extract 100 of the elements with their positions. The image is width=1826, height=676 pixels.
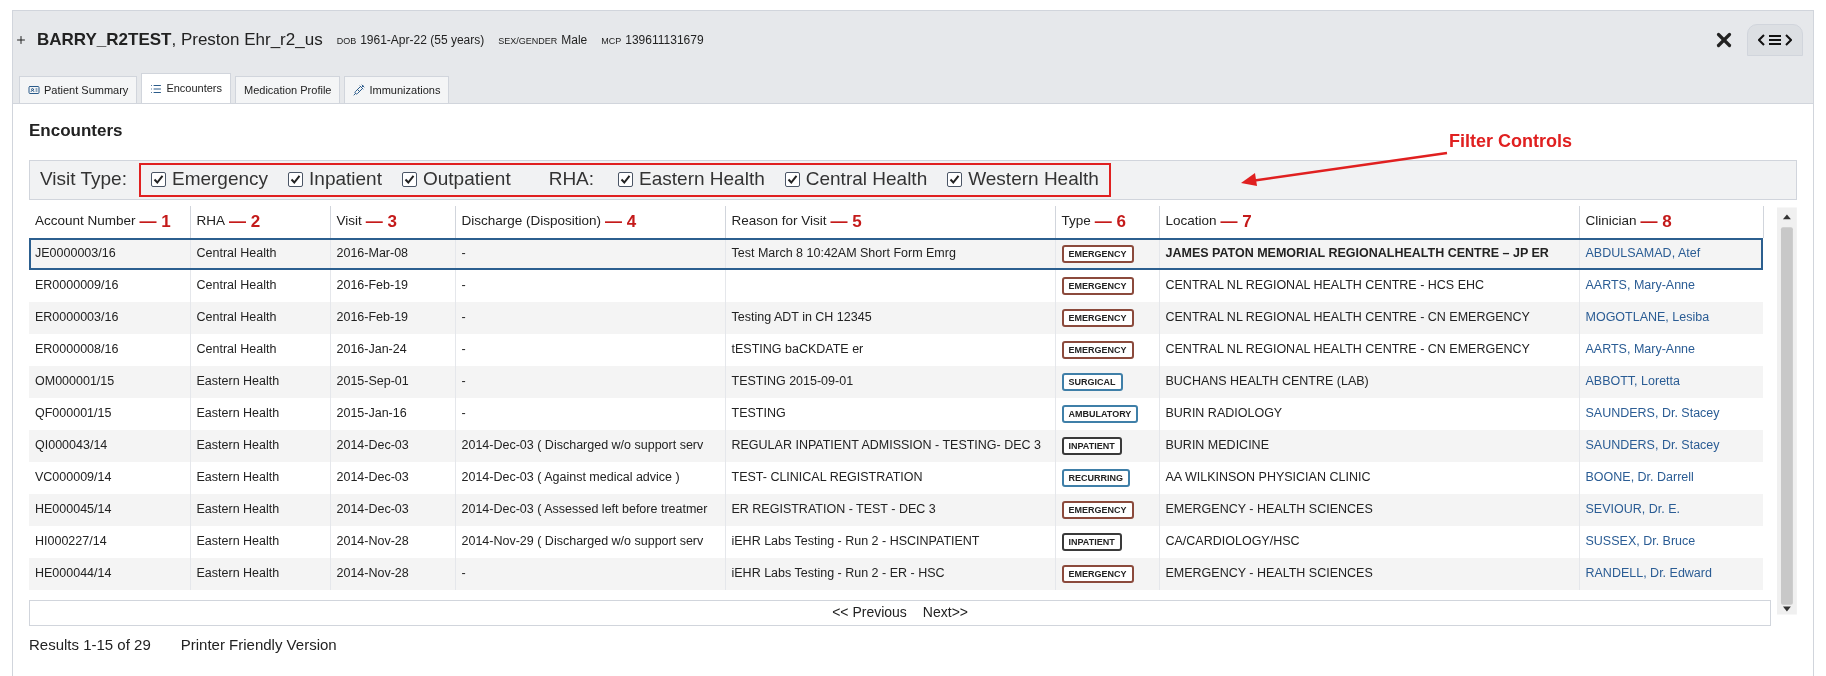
clinician-link[interactable]: ABDULSAMAD, Atef xyxy=(1585,246,1701,261)
scrollbar[interactable] xyxy=(1777,205,1797,616)
checkbox[interactable] xyxy=(288,172,304,187)
clinician-link[interactable]: RANDELL, Dr. Edward xyxy=(1585,566,1712,581)
table-cell: 2016-Feb-19 xyxy=(336,278,409,293)
table-cell: Test March 8 10:42AM Short Form Emrg xyxy=(731,246,956,261)
table-row[interactable]: HE000044/14 Eastern Health 2014-Nov-28 - iEHR Labs Testing - Run 2 - ER - HSC EMERGENCY EMERGENCY - HEALTH SCIENCES RANDELL, Dr. Edward xyxy=(29,557,1763,590)
table-cell: TEST- CLINICAL REGISTRATION xyxy=(731,470,923,485)
table-cell: CA/CARDIOLOGY/HSC xyxy=(1165,534,1300,549)
annotation-number: — 5 xyxy=(830,210,862,233)
table-cell: iEHR Labs Testing - Run 2 - HSCINPATIENT xyxy=(731,534,980,549)
table-cell: - xyxy=(461,246,466,261)
checkbox[interactable] xyxy=(618,172,634,187)
table-row[interactable]: QI000043/14 Eastern Health 2014-Dec-03 2014-Dec-03 ( Discharged w/o support serv REGULAR INPATIENT ADMISSION - TESTING- DEC 3 INPATIENT BURIN MEDICINE SAUNDERS, Dr. Stacey xyxy=(29,429,1763,462)
table-row[interactable]: VC000009/14 Eastern Health 2014-Dec-03 2014-Dec-03 ( Against medical advice ) TEST- CLINICAL REGISTRATION RECURRING AA WILKINSON PHYSICIAN CLINIC BOONE, Dr. Darrell xyxy=(29,461,1763,494)
column-header[interactable]: Clinician xyxy=(1585,211,1637,232)
filter-checkbox[interactable]: Eastern Health xyxy=(618,165,765,194)
table-cell: 2016-Jan-24 xyxy=(336,342,407,357)
table-cell: Eastern Health xyxy=(196,534,280,549)
tab[interactable]: Immunizations xyxy=(344,76,450,103)
list-icon xyxy=(150,82,163,95)
column-header[interactable]: Reason for Visit xyxy=(731,211,827,232)
clinician-link[interactable]: SAUNDERS, Dr. Stacey xyxy=(1585,438,1720,453)
table-cell: Central Health xyxy=(196,278,277,293)
table-cell: 2014-Dec-03 ( Assessed left before treatmer xyxy=(461,502,708,517)
column-header[interactable]: Location xyxy=(1165,211,1217,232)
table-cell: BURIN MEDICINE xyxy=(1165,438,1269,453)
checkbox[interactable] xyxy=(150,172,166,187)
column-header[interactable]: Type xyxy=(1061,211,1091,232)
table-cell: JE0000003/16 xyxy=(35,246,116,261)
clinician-link[interactable]: AARTS, Mary-Anne xyxy=(1585,278,1696,293)
table-cell: BUCHANS HEALTH CENTRE (LAB) xyxy=(1165,374,1369,389)
clinician-link[interactable]: MOGOTLANE, Lesiba xyxy=(1585,310,1710,325)
clinician-link[interactable]: SEVIOUR, Dr. E. xyxy=(1585,502,1680,517)
table-row[interactable]: ER0000003/16 Central Health 2016-Feb-19 - Testing ADT in CH 12345 EMERGENCY CENTRAL NL REGIONAL HEALTH CENTRE - CN EMERGENCY MOGOTLANE, Lesiba xyxy=(29,301,1763,334)
type-badge: EMERGENCY xyxy=(1061,277,1134,295)
field-value: 139611131679 xyxy=(625,32,704,49)
table-cell: EMERGENCY - HEALTH SCIENCES xyxy=(1165,566,1373,581)
panel-toggle-tab[interactable] xyxy=(1747,24,1803,56)
table-row[interactable]: ER0000009/16 Central Health 2016-Feb-19 - EMERGENCY CENTRAL NL REGIONAL HEALTH CENTRE - HCS EHC AARTS, Mary-Anne xyxy=(29,269,1763,302)
tab[interactable]: Medication Profile xyxy=(235,76,341,103)
clinician-link[interactable]: AARTS, Mary-Anne xyxy=(1585,342,1696,357)
tab[interactable]: Patient Summary xyxy=(19,76,138,103)
checkmark-icon xyxy=(152,174,164,185)
table-row[interactable]: HI000227/14 Eastern Health 2014-Nov-28 2014-Nov-29 ( Discharged w/o support serv iEHR Labs Testing - Run 2 - HSCINPATIENT INPATIENT CA/CARDIOLOGY/HSC SUSSEX, Dr. Bruce xyxy=(29,525,1763,558)
filter-checkbox[interactable]: Outpatient xyxy=(402,165,511,194)
checkbox[interactable] xyxy=(402,172,417,187)
previous-link[interactable]: << Previous xyxy=(832,602,907,623)
annotation-label: Filter Controls xyxy=(1449,129,1572,153)
table-cell: 2016-Mar-08 xyxy=(336,246,409,261)
filter-checkbox[interactable]: Emergency xyxy=(150,165,269,194)
checkbox[interactable] xyxy=(784,172,800,187)
table-row[interactable]: OM000001/15 Eastern Health 2015-Sep-01 - TESTING 2015-09-01 SURGICAL BUCHANS HEALTH CENTRE (LAB) ABBOTT, Loretta xyxy=(29,365,1763,398)
table-cell: - xyxy=(461,310,466,325)
column-header[interactable]: Account Number xyxy=(35,211,136,232)
table-cell: 2015-Jan-16 xyxy=(336,406,407,421)
table-cell: TESTING xyxy=(731,406,786,421)
clinician-link[interactable]: SUSSEX, Dr. Bruce xyxy=(1585,534,1696,549)
plus-icon[interactable] xyxy=(15,34,27,46)
checkmark-icon xyxy=(290,174,302,185)
printer-friendly-link[interactable]: Printer Friendly Version xyxy=(180,633,337,656)
checkbox[interactable] xyxy=(947,172,963,187)
table-cell: 2014-Nov-28 xyxy=(336,566,409,581)
type-badge: RECURRING xyxy=(1061,469,1130,487)
table-row[interactable]: JE0000003/16 Central Health 2016-Mar-08 - Test March 8 10:42AM Short Form Emrg EMERGENCY JAMES PATON MEMORIAL REGIONALHEALTH CENTRE – JP ER ABDULSAMAD, Atef xyxy=(29,237,1763,270)
section-title: Encounters xyxy=(29,120,123,142)
column-header[interactable]: Visit xyxy=(336,211,362,232)
tab[interactable]: Encounters xyxy=(141,73,232,103)
next-link[interactable]: Next>> xyxy=(922,602,968,623)
table-row[interactable]: QF000001/15 Eastern Health 2015-Jan-16 - TESTING AMBULATORY BURIN RADIOLOGY SAUNDERS, Dr. Stacey xyxy=(29,397,1763,430)
table-cell: Eastern Health xyxy=(196,470,280,485)
patient-given-name: , Preston Ehr_r2_us xyxy=(171,29,323,52)
table-cell: QF000001/15 xyxy=(35,406,112,421)
annotation-number: — 7 xyxy=(1220,210,1252,233)
annotation-number: — 6 xyxy=(1094,210,1126,233)
annotation-number: — 3 xyxy=(365,210,397,233)
checkmark-icon xyxy=(786,174,798,185)
checkmark-icon xyxy=(949,174,961,185)
column-header[interactable]: Discharge (Disposition) xyxy=(461,211,602,232)
table-row[interactable]: HE000045/14 Eastern Health 2014-Dec-03 2014-Dec-03 ( Assessed left before treatmer ER REGISTRATION - TEST - DEC 3 EMERGENCY EMERGENCY - HEALTH SCIENCES SEVIOUR, Dr. E. xyxy=(29,493,1763,526)
clinician-link[interactable]: ABBOTT, Loretta xyxy=(1585,374,1680,389)
annotation-number: — 1 xyxy=(139,210,171,233)
table-cell: - xyxy=(461,374,466,389)
table-cell: HE000044/14 xyxy=(35,566,112,581)
clinician-link[interactable]: BOONE, Dr. Darrell xyxy=(1585,470,1694,485)
table-cell: AA WILKINSON PHYSICIAN CLINIC xyxy=(1165,470,1371,485)
table-row[interactable]: ER0000008/16 Central Health 2016-Jan-24 - tESTING baCKDATE er EMERGENCY CENTRAL NL REGIONAL HEALTH CENTRE - CN EMERGENCY AARTS, Mary-Anne xyxy=(29,333,1763,366)
filter-checkbox[interactable]: Western Health xyxy=(947,165,1099,194)
filter-checkbox[interactable]: Inpatient xyxy=(288,165,382,194)
table-cell: 2014-Dec-03 ( Discharged w/o support serv xyxy=(461,438,704,453)
column-header[interactable]: RHA xyxy=(196,211,225,232)
annotation-number: — 8 xyxy=(1640,210,1672,233)
clinician-link[interactable]: SAUNDERS, Dr. Stacey xyxy=(1585,406,1720,421)
filter-checkbox[interactable]: Central Health xyxy=(784,165,928,194)
table-cell: BURIN RADIOLOGY xyxy=(1165,406,1283,421)
type-badge: INPATIENT xyxy=(1061,437,1122,455)
table-cell: 2014-Dec-03 xyxy=(336,502,409,517)
field-label: SEX/GENDER xyxy=(498,35,558,48)
filter-label: RHA: xyxy=(548,167,595,192)
table-cell: Testing ADT in CH 12345 xyxy=(731,310,872,325)
